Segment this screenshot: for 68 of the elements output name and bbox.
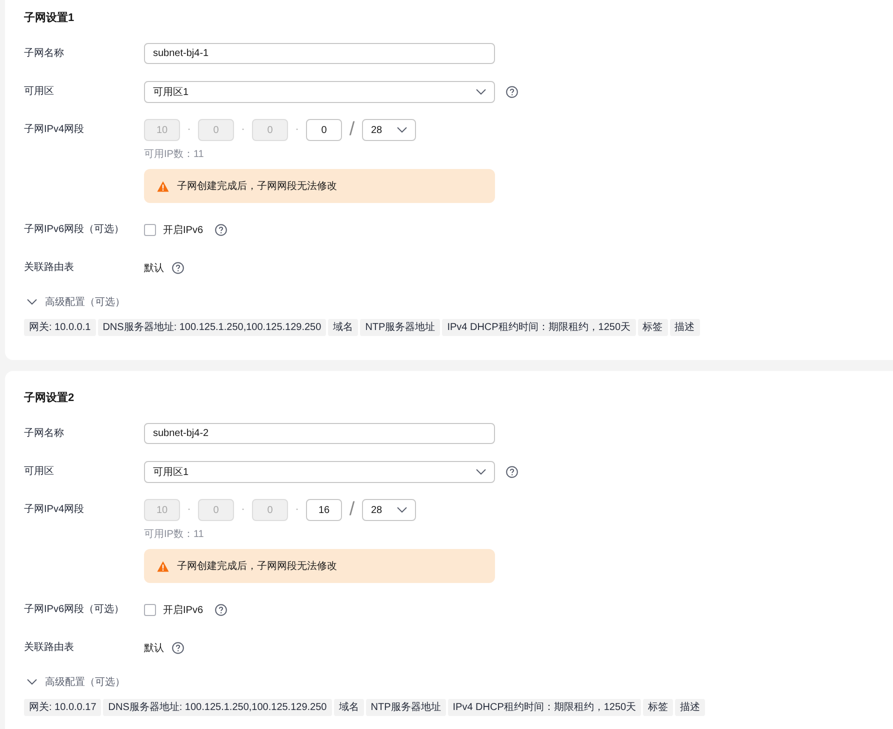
ip-separator: · xyxy=(240,503,246,517)
advanced-settings-toggle[interactable]: 高级配置（可选） xyxy=(27,675,125,689)
help-icon[interactable] xyxy=(506,466,518,478)
field-label: 关联路由表 xyxy=(24,261,74,275)
ipv6-checkbox[interactable] xyxy=(144,604,156,616)
help-icon[interactable] xyxy=(172,642,184,654)
field-label: 子网IPv6网段（可选） xyxy=(24,223,124,237)
subnet-name-input[interactable]: subnet-bj4-1 xyxy=(144,43,495,64)
config-summary-tag: 描述 xyxy=(675,699,706,716)
config-summary-tag: NTP服务器地址 xyxy=(366,699,446,716)
zone-select[interactable]: 可用区1 xyxy=(144,81,495,103)
chevron-icon xyxy=(27,679,37,685)
chevron-icon xyxy=(27,299,37,305)
mask-select[interactable]: 28 xyxy=(362,119,416,141)
field-label: 可用区 xyxy=(24,85,54,99)
ip-separator: · xyxy=(294,123,300,137)
ip-separator: · xyxy=(186,123,192,137)
config-summary-tag: 描述 xyxy=(670,319,700,336)
help-icon[interactable] xyxy=(172,262,184,274)
section-title: 子网设置1 xyxy=(24,11,74,25)
config-summary-tag: 网关: 10.0.0.17 xyxy=(24,699,102,716)
chevron-icon xyxy=(476,89,486,95)
config-summary-tag: 标签 xyxy=(638,319,668,336)
chevron-icon xyxy=(397,507,407,513)
warning-icon xyxy=(157,180,169,192)
config-summary-tag: 网关: 10.0.0.1 xyxy=(24,319,96,336)
config-summary-tag: 标签 xyxy=(643,699,674,716)
ip-separator: · xyxy=(186,503,192,517)
ip-separator: · xyxy=(294,503,300,517)
help-icon[interactable] xyxy=(215,604,228,616)
chevron-icon xyxy=(476,469,486,475)
warning-text: 子网创建完成后，子网网段无法修改 xyxy=(177,560,337,573)
ip-separator: · xyxy=(240,123,246,137)
field-label: 子网IPv4网段 xyxy=(24,123,84,137)
subnet-name-input[interactable]: subnet-bj4-2 xyxy=(144,423,495,444)
mask-select[interactable]: 28 xyxy=(362,499,416,521)
help-icon[interactable] xyxy=(506,86,518,98)
config-summary-tag: NTP服务器地址 xyxy=(360,319,440,336)
available-ip-hint: 可用IP数：11 xyxy=(144,148,204,162)
config-summary-tag: 域名 xyxy=(334,699,364,716)
checkbox-label: 开启IPv6 xyxy=(163,224,204,237)
config-summary-tag: IPv4 DHCP租约时间：期限租约，1250天 xyxy=(448,699,642,716)
route-table-value: 默认 xyxy=(144,642,164,655)
field-label: 子网IPv6网段（可选） xyxy=(24,603,124,617)
ip-octet-input[interactable]: 16 xyxy=(306,499,342,521)
chevron-icon xyxy=(397,127,407,133)
section-title: 子网设置2 xyxy=(24,391,74,405)
zone-select[interactable]: 可用区1 xyxy=(144,461,495,483)
warning-icon xyxy=(157,560,169,572)
ip-separator: / xyxy=(348,499,356,521)
route-table-value: 默认 xyxy=(144,262,164,275)
field-label: 子网IPv4网段 xyxy=(24,503,84,517)
field-label: 子网名称 xyxy=(24,426,64,440)
config-summary-tag: 域名 xyxy=(328,319,358,336)
available-ip-hint: 可用IP数：11 xyxy=(144,528,204,542)
config-summary-tag: DNS服务器地址: 100.125.1.250,100.125.129.250 xyxy=(103,699,332,716)
field-label: 可用区 xyxy=(24,465,54,479)
ip-octet-input[interactable]: 0 xyxy=(306,119,342,141)
field-label: 关联路由表 xyxy=(24,641,74,655)
field-label: 子网名称 xyxy=(24,46,64,60)
advanced-settings-toggle[interactable]: 高级配置（可选） xyxy=(27,295,125,309)
checkbox-label: 开启IPv6 xyxy=(163,604,204,617)
ipv6-checkbox[interactable] xyxy=(144,224,156,236)
config-summary-tag: DNS服务器地址: 100.125.1.250,100.125.129.250 xyxy=(98,319,326,336)
ip-separator: / xyxy=(348,119,356,141)
warning-text: 子网创建完成后，子网网段无法修改 xyxy=(177,180,337,193)
config-summary-tag: IPv4 DHCP租约时间：期限租约，1250天 xyxy=(442,319,636,336)
help-icon[interactable] xyxy=(215,224,228,236)
